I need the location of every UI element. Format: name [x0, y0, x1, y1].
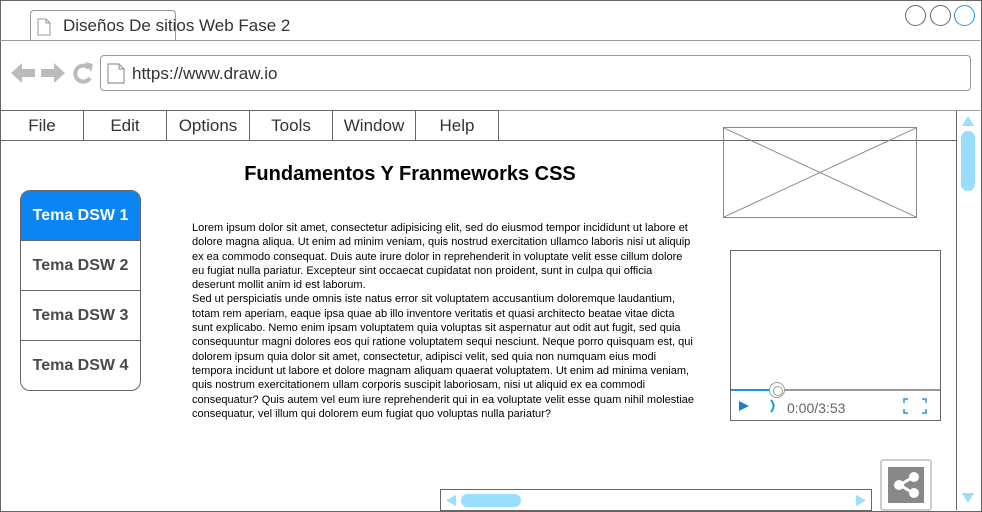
maximize-button[interactable] — [930, 5, 951, 26]
video-player[interactable]: 0:00/3:53 — [730, 250, 941, 421]
play-icon[interactable] — [738, 400, 750, 412]
image-placeholder-icon — [723, 127, 917, 218]
tab-title: Diseños De sitios Web Fase 2 — [63, 16, 291, 35]
close-button[interactable] — [954, 5, 975, 26]
fullscreen-icon[interactable] — [903, 398, 927, 414]
minimize-button[interactable] — [905, 5, 926, 26]
menu-tools[interactable]: Tools — [250, 110, 333, 141]
sidebar-item-tema-dsw-2[interactable]: Tema DSW 2 — [21, 241, 140, 291]
menu-window[interactable]: Window — [333, 110, 416, 141]
forward-arrow-icon[interactable] — [41, 62, 65, 84]
horizontal-scroll-thumb[interactable] — [461, 494, 521, 507]
volume-icon[interactable] — [769, 398, 777, 414]
sidebar-menu: Tema DSW 1 Tema DSW 2 Tema DSW 3 Tema DS… — [20, 190, 141, 391]
menu-edit[interactable]: Edit — [84, 110, 167, 141]
page-icon — [107, 63, 125, 84]
page-title: Fundamentos Y Franmeworks CSS — [244, 163, 576, 185]
sidebar-item-tema-dsw-3[interactable]: Tema DSW 3 — [21, 291, 140, 341]
sidebar-item-tema-dsw-4[interactable]: Tema DSW 4 — [21, 341, 140, 390]
paragraph: Sed ut perspiciatis unde omnis iste natu… — [192, 293, 695, 420]
share-icon-background — [888, 467, 924, 503]
sidebar-item-tema-dsw-1[interactable]: Tema DSW 1 — [21, 191, 140, 241]
menu-help[interactable]: Help — [416, 110, 499, 141]
reload-icon[interactable] — [72, 61, 94, 85]
menu-bar: File Edit Options Tools Window Help — [0, 110, 499, 141]
menu-file[interactable]: File — [0, 110, 84, 141]
body-text: Lorem ipsum dolor sit amet, consectetur … — [192, 221, 697, 421]
title-separator — [0, 40, 980, 41]
paragraph: Lorem ipsum dolor sit amet, consectetur … — [192, 222, 691, 292]
back-arrow-icon[interactable] — [11, 62, 35, 84]
share-icon — [894, 472, 919, 498]
address-bar[interactable]: https://www.draw.io — [100, 55, 971, 91]
scroll-left-icon[interactable] — [445, 494, 457, 507]
scroll-up-icon[interactable] — [961, 115, 975, 127]
horizontal-scrollbar[interactable] — [440, 489, 872, 511]
page-icon — [37, 18, 51, 36]
scroll-right-icon[interactable] — [855, 494, 867, 507]
vertical-scrollbar[interactable] — [956, 111, 980, 510]
vertical-scroll-thumb[interactable] — [961, 131, 975, 191]
video-seek-handle[interactable] — [769, 382, 785, 398]
scroll-down-icon[interactable] — [961, 492, 975, 504]
url-text: https://www.draw.io — [132, 64, 278, 83]
video-time: 0:00/3:53 — [787, 400, 846, 416]
share-button[interactable] — [880, 459, 932, 511]
menu-options[interactable]: Options — [167, 110, 250, 141]
browser-tab[interactable]: Diseños De sitios Web Fase 2 — [30, 10, 290, 41]
